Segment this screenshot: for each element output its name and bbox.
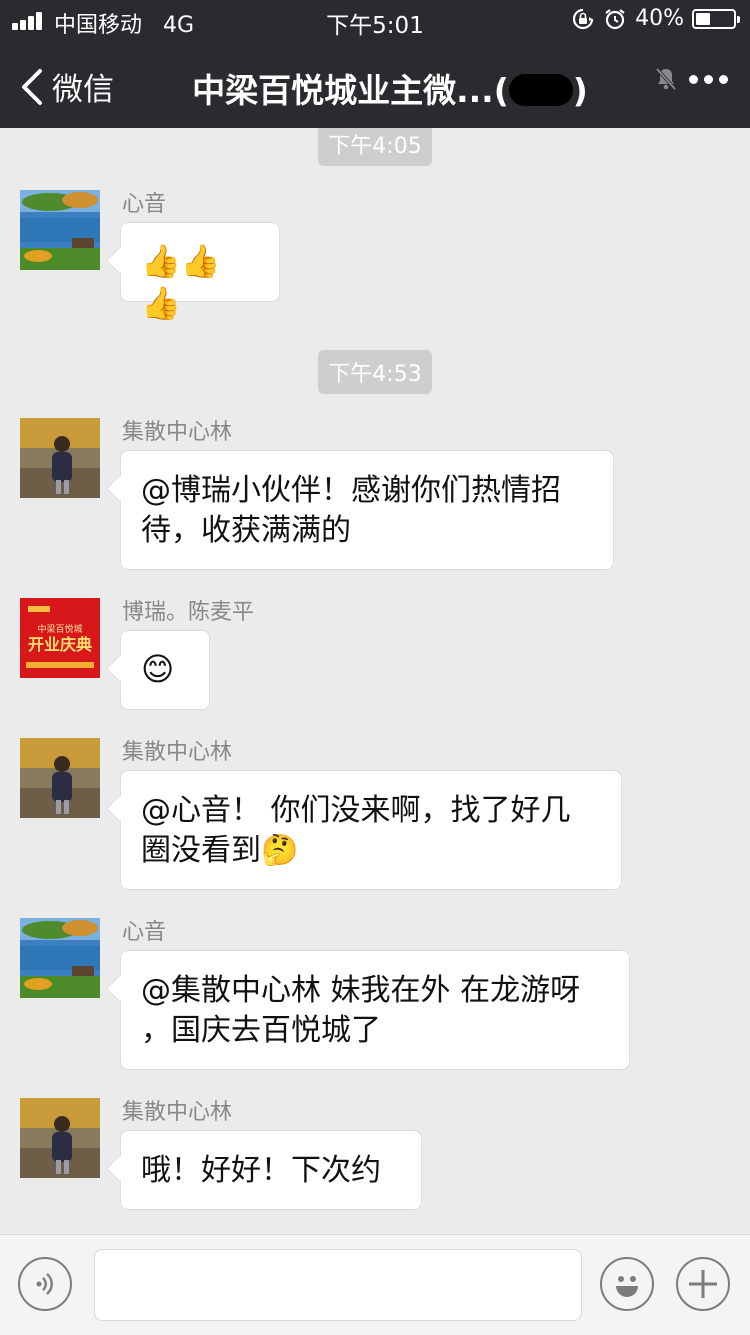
smiley-icon [616,1276,638,1297]
timestamp: 下午4:05 [318,128,432,166]
sender-name: 心音 [122,920,167,945]
orientation-lock-icon [573,8,594,29]
timestamp-chip: 下午4:53 [0,350,750,394]
timestamp: 下午4:53 [318,350,432,394]
more-icon[interactable] [689,74,728,84]
back-button[interactable]: 微信 [20,64,114,109]
back-chevron-icon [22,68,42,105]
battery-percent: 40% [635,6,684,31]
chat-title-suffix: ) [572,71,588,110]
avatar[interactable] [20,190,100,270]
voice-button[interactable] [18,1257,72,1311]
back-label: 微信 [52,72,114,108]
message-text-line: @博瑞小伙伴！感谢你们热情招 [141,473,561,508]
message-text-line: 圈没看到🤔 [141,833,299,868]
message-bubble[interactable]: 哦！好好！下次约 [120,1130,422,1210]
message-text-line: @集散中心林 妹我在外 在龙游呀 [141,973,581,1008]
more-actions-button[interactable] [676,1257,730,1311]
chat-title-text: 中梁百悦城业主微...( [192,71,509,110]
avatar[interactable]: 中梁百悦城 开业庆典 [20,598,100,678]
poster-title: 开业庆典 [28,635,92,654]
status-right: 40% [571,6,740,31]
sender-name: 心音 [122,192,167,217]
avatar[interactable] [20,918,100,998]
status-bar: 中国移动 4G 下午5:01 40% [0,0,750,40]
chat-area[interactable]: 下午4:05 心音 👍👍👍 下午4:53 集散中心林 @博瑞小伙伴！感谢你们热情… [0,128,750,1234]
message-text-line: ，国庆去百悦城了 [141,1013,381,1048]
nav-bar: 微信 中梁百悦城业主微...() [0,52,750,116]
timestamp-chip: 下午4:05 [0,128,750,166]
message-text: 😊 [141,650,175,688]
alarm-icon [605,8,625,29]
message-bubble[interactable]: 👍👍👍 [120,222,280,322]
message-input[interactable] [94,1249,582,1321]
top-bar: 中国移动 4G 下午5:01 40% 微信 中梁百悦城业主微...() [0,0,750,128]
message-bubble[interactable]: @博瑞小伙伴！感谢你们热情招 待，收获满满的 [120,450,614,570]
message-text: 哦！好好！下次约 [141,1153,381,1188]
sender-name: 博瑞。陈麦平 [122,600,255,625]
nav-actions [653,66,728,92]
sender-name: 集散中心林 [122,1100,233,1125]
message-text-line: @心音！ 你们没来啊，找了好几 [141,793,571,828]
avatar[interactable] [20,738,100,818]
message-text-line: 待，收获满满的 [141,513,351,548]
plus-icon [689,1270,717,1298]
emoji-button[interactable] [600,1257,654,1311]
voice-icon [36,1273,53,1295]
mute-bell-icon [655,67,677,91]
sender-name: 集散中心林 [122,420,233,445]
sender-name: 集散中心林 [122,740,233,765]
avatar[interactable] [20,418,100,498]
message-bubble[interactable]: @集散中心林 妹我在外 在龙游呀 ，国庆去百悦城了 [120,950,630,1070]
input-bar [0,1234,750,1335]
avatar[interactable] [20,1098,100,1178]
chat-title: 中梁百悦城业主微...() [150,64,630,112]
message-text: 👍👍👍 [141,242,221,322]
redacted-member-count [508,74,573,106]
message-bubble[interactable]: 😊 [120,630,210,710]
poster-subtitle: 中梁百悦城 [37,623,82,635]
battery-icon [692,8,740,29]
message-bubble[interactable]: @心音！ 你们没来啊，找了好几 圈没看到🤔 [120,770,622,890]
